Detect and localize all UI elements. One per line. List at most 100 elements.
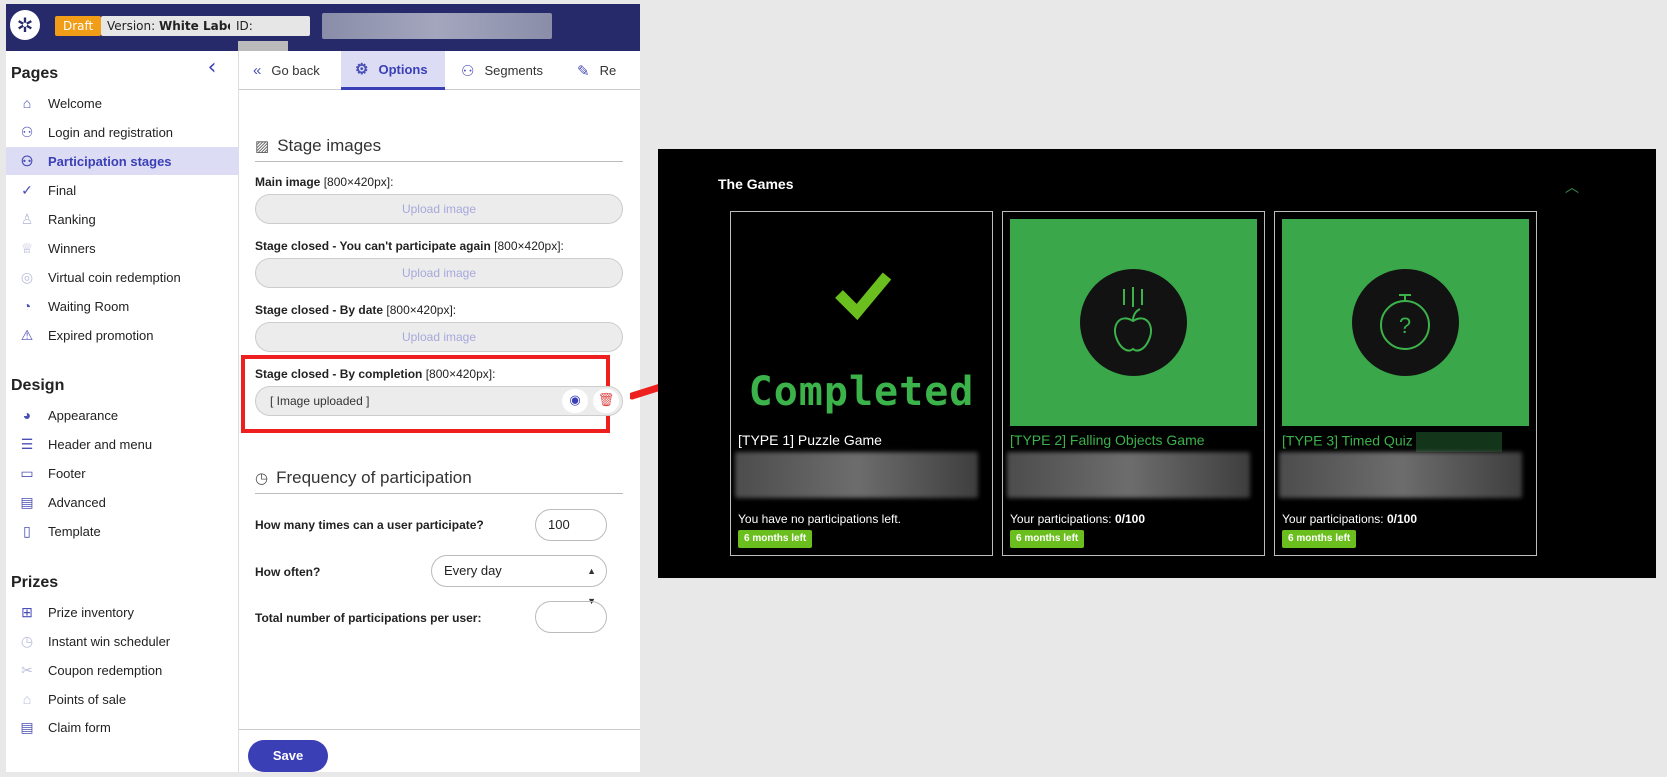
preview-eye-icon[interactable]: ◉ [562, 389, 588, 413]
completed-overlay: Completed [748, 369, 975, 415]
sidebar-item-header-menu[interactable]: ☰ Header and menu [6, 430, 239, 458]
home-icon: ⌂ [22, 95, 32, 111]
sidebar-item-claim-form[interactable]: ▤ Claim form [6, 713, 239, 741]
tab-go-back[interactable]: « Go back [239, 51, 339, 90]
section-title-text: Stage images [277, 136, 382, 155]
sidebar-item-final[interactable]: ✓ Final [6, 176, 239, 204]
pen-icon: ✎ [577, 62, 590, 80]
size-hint: [800×420px]: [386, 303, 457, 317]
how-often-select[interactable]: Every day ▲ ▼ [431, 555, 607, 606]
coupon-icon: ✂ [21, 662, 33, 678]
sidebar-item-label: Instant win scheduler [48, 633, 171, 649]
pages-section-title: Pages [11, 65, 59, 82]
tab-label: Segments [484, 63, 543, 78]
checkmark-icon [835, 272, 892, 321]
tab-re[interactable]: ✎ Re [577, 51, 640, 90]
gift-icon: ⊞ [21, 604, 33, 620]
sidebar-item-footer[interactable]: ▭ Footer [6, 459, 239, 487]
store-icon: ⌂ [22, 691, 32, 707]
id-label: ID: [236, 19, 253, 33]
game-name: [TYPE 1] Puzzle Game [738, 432, 882, 448]
sidebar-item-label: Appearance [48, 407, 119, 423]
sidebar-item-label: Header and menu [48, 436, 153, 452]
chevron-up-icon[interactable]: ︿ [1565, 177, 1579, 197]
promotion-title-redacted [322, 13, 552, 39]
stopwatch-icon: ? [1380, 294, 1430, 350]
upload-main-image-button[interactable]: Upload image [255, 194, 623, 224]
size-hint: [800×420px]: [494, 239, 564, 253]
sidebar-item-label: Coupon redemption [48, 662, 163, 678]
closed-completion-uploaded-field: [ Image uploaded ] ◉ 🗑 [255, 386, 623, 416]
label-text: Main image [255, 175, 321, 189]
id-badge: ID: [230, 16, 310, 53]
sidebar-item-label: Advanced [48, 494, 106, 510]
sidebar-item-winners[interactable]: ♕ Winners [6, 234, 239, 262]
tab-label: Re [599, 63, 617, 78]
sidebar-item-points-of-sale[interactable]: ⌂ Points of sale [6, 685, 239, 713]
sidebar-item-login[interactable]: ⚇ Login and registration [6, 118, 239, 146]
total-participations-input[interactable] [535, 601, 607, 633]
sidebar-item-coupon[interactable]: ✂ Coupon redemption [6, 656, 239, 684]
game-description-redacted [735, 452, 978, 498]
tab-options[interactable]: ⚙ Options [341, 51, 445, 90]
sidebar-item-ranking[interactable]: ♙ Ranking [6, 205, 239, 233]
top-bar: ✲ Draft Version: White Label ID: [6, 4, 640, 53]
apple-icon [1114, 287, 1152, 352]
gear-icon: ⚙ [355, 61, 369, 78]
sidebar-item-welcome[interactable]: ⌂ Welcome [6, 89, 239, 117]
closed-date-label: Stage closed - By date [800×420px]: [255, 303, 456, 317]
tab-segments[interactable]: ⚇ Segments [457, 51, 567, 90]
times-input[interactable]: 100 [535, 509, 607, 541]
sidebar-item-virtual-coin[interactable]: ◎ Virtual coin redemption [6, 263, 239, 291]
sidebar-item-appearance[interactable]: ◕ Appearance [6, 401, 239, 429]
status-text: Your participations: [1282, 512, 1384, 526]
game-name: [TYPE 2] Falling Objects Game [1010, 432, 1205, 448]
sidebar-item-label: Waiting Room [48, 298, 130, 314]
sidebar-item-label: Template [48, 523, 101, 539]
sidebar-item-waiting-room[interactable]: ◔ Waiting Room [6, 292, 239, 320]
game-card-timed-quiz[interactable]: ? [TYPE 3] Timed Quiz Your participation… [1274, 211, 1537, 556]
game-thumbnail: Completed [738, 219, 985, 426]
double-chevron-left-icon: « [253, 62, 262, 79]
save-bar: Save [239, 729, 640, 772]
delete-trash-icon[interactable]: 🗑 [593, 389, 619, 413]
sidebar-item-instant-win[interactable]: ◷ Instant win scheduler [6, 627, 239, 655]
sidebar-item-label: Final [48, 182, 77, 198]
sidebar-item-expired[interactable]: ⚠ Expired promotion [6, 321, 239, 349]
design-section-title: Design [11, 377, 65, 394]
admin-app-window: ✲ Draft Version: White Label ID: Pages ‹… [6, 4, 640, 772]
tab-bar: « Go back ⚙ Options ⚇ Segments ✎ Re [239, 51, 640, 90]
app-logo-icon[interactable]: ✲ [10, 10, 40, 40]
games-preview: The Games ︿ Completed [TYPE 1] Puzzle Ga… [658, 149, 1656, 578]
user-key-icon: ⚇ [20, 124, 34, 140]
sidebar-item-prize-inventory[interactable]: ⊞ Prize inventory [6, 598, 239, 626]
participation-status: Your participations: 0/100 [1282, 512, 1417, 526]
sidebar-item-label: Login and registration [48, 124, 174, 140]
participation-status: You have no participations left. [738, 512, 901, 526]
sidebar-item-participation-stages[interactable]: ⚇ Participation stages [6, 147, 239, 175]
uploaded-status: [ Image uploaded ] [270, 394, 370, 408]
save-button[interactable]: Save [248, 740, 328, 772]
sidebar-item-label: Expired promotion [48, 327, 154, 343]
game-name-redacted [1415, 432, 1502, 452]
game-card-puzzle[interactable]: Completed [TYPE 1] Puzzle Game You have … [730, 211, 993, 556]
upload-closed-again-button[interactable]: Upload image [255, 258, 623, 288]
footer-icon: ▭ [20, 465, 34, 481]
stopwatch-icon: ◷ [255, 470, 269, 487]
users-icon: ⚇ [461, 62, 475, 80]
game-description-redacted [1279, 452, 1522, 498]
status-value: 0/100 [1386, 512, 1417, 526]
main-content: « Go back ⚙ Options ⚇ Segments ✎ Re ▨ Stage i… [239, 51, 640, 772]
svg-text:?: ? [1399, 313, 1411, 338]
game-card-falling-objects[interactable]: [TYPE 2] Falling Objects Game Your parti… [1002, 211, 1265, 556]
stage-images-title: ▨ Stage images [255, 136, 381, 156]
sidebar: Pages ‹ ⌂ Welcome ⚇ Login and registration… [6, 51, 239, 772]
total-participations-label: Total number of participations per user: [255, 611, 482, 625]
upload-closed-date-button[interactable]: Upload image [255, 322, 623, 352]
speedometer-icon: ◔ [22, 298, 32, 314]
sidebar-item-template[interactable]: ▯ Template [6, 517, 239, 545]
sidebar-item-advanced[interactable]: ▤ Advanced [6, 488, 239, 516]
sidebar-item-label: Participation stages [48, 153, 172, 169]
collapse-sidebar-icon[interactable]: ‹ [202, 57, 222, 79]
advanced-icon: ▤ [20, 494, 34, 510]
